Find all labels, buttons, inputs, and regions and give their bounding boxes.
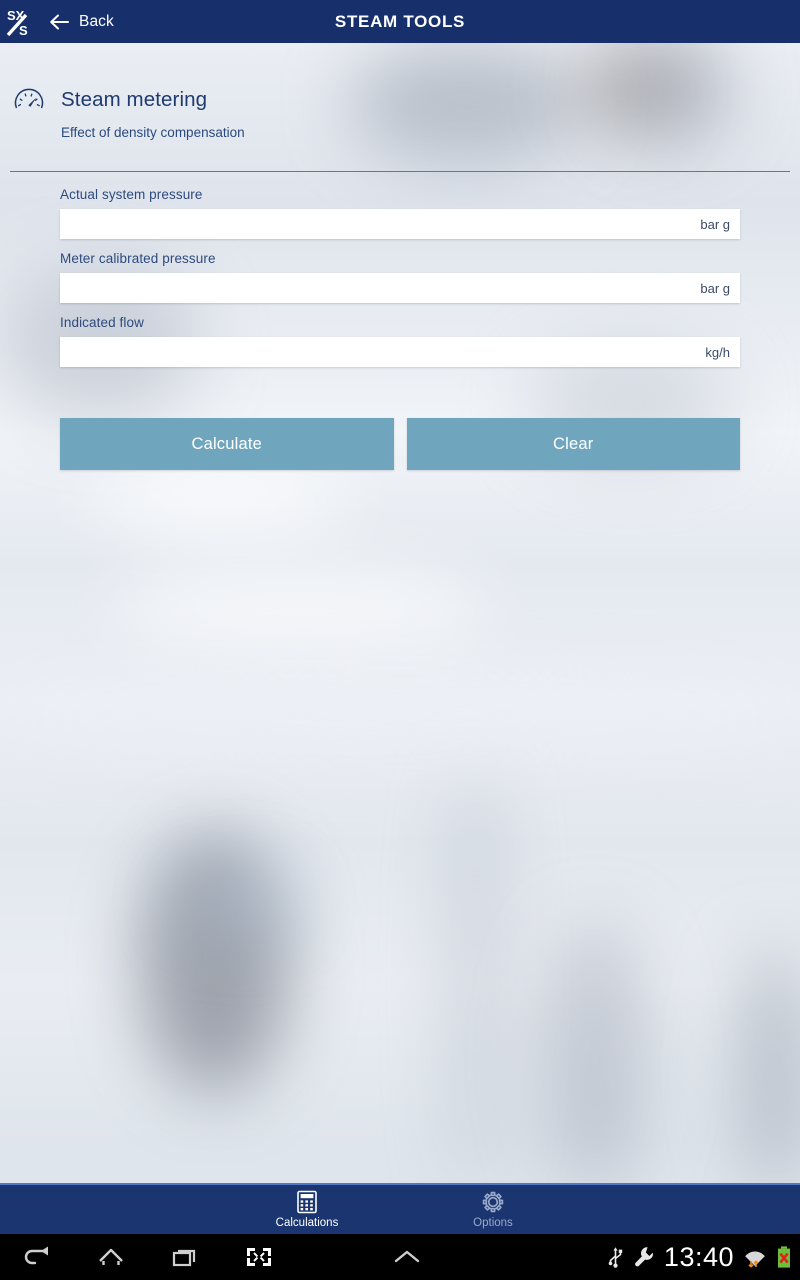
system-clock: 13:40 (663, 1241, 734, 1272)
chevron-up-icon[interactable] (370, 1234, 444, 1280)
field-unit: bar g (700, 280, 730, 296)
heading-subtitle: Effect of density compensation (61, 125, 245, 140)
app-screen: SX S Back STEAM TOOLS Steam metering Eff… (0, 0, 800, 1280)
calculate-button[interactable]: Calculate (60, 418, 394, 470)
tab-options[interactable]: Options (439, 1190, 547, 1229)
section-heading: Steam metering Effect of density compens… (0, 83, 800, 140)
system-status-icons: 13:40 (607, 1234, 792, 1280)
system-nav-buttons (0, 1234, 444, 1280)
calculator-icon (296, 1190, 318, 1214)
field-indicated-flow: Indicated flow kg/h (60, 315, 740, 367)
content-area: Steam metering Effect of density compens… (0, 43, 800, 1183)
arrow-left-icon (48, 11, 70, 33)
heading-divider (10, 171, 790, 172)
heading-title: Steam metering (61, 88, 208, 111)
clear-button[interactable]: Clear (406, 418, 740, 470)
spirax-sarco-logo: SX S (0, 0, 44, 43)
usb-icon (607, 1245, 624, 1269)
field-unit: bar g (700, 216, 730, 232)
indicated-flow-input[interactable] (60, 338, 706, 366)
recents-icon[interactable] (148, 1234, 222, 1280)
field-box[interactable]: bar g (60, 273, 740, 303)
field-box[interactable]: kg/h (60, 337, 740, 367)
field-meter-calibrated-pressure: Meter calibrated pressure bar g (60, 251, 740, 303)
wifi-icon (743, 1245, 767, 1269)
field-label: Actual system pressure (60, 187, 203, 202)
field-unit: kg/h (705, 344, 730, 360)
wrench-icon (633, 1245, 655, 1269)
home-icon[interactable] (74, 1234, 148, 1280)
back-label: Back (79, 12, 114, 30)
field-actual-system-pressure: Actual system pressure bar g (60, 187, 740, 239)
meter-calibrated-pressure-input[interactable] (60, 274, 701, 302)
app-bar: SX S Back STEAM TOOLS (0, 0, 800, 43)
field-box[interactable]: bar g (60, 209, 740, 239)
tab-label: Calculations (275, 1217, 339, 1229)
android-system-bar: 13:40 (0, 1234, 800, 1280)
tab-calculations[interactable]: Calculations (253, 1190, 361, 1229)
bottom-tab-bar: Calculations Options (0, 1183, 800, 1234)
tab-label: Options (473, 1217, 513, 1229)
gear-icon (481, 1190, 505, 1214)
action-buttons: Calculate Clear (60, 418, 740, 470)
field-label: Meter calibrated pressure (60, 251, 216, 266)
gauge-icon (12, 83, 46, 117)
screenshot-icon[interactable] (222, 1234, 296, 1280)
back-icon[interactable] (0, 1234, 74, 1280)
battery-error-icon (776, 1245, 792, 1269)
field-label: Indicated flow (60, 315, 144, 330)
back-button[interactable]: Back (44, 0, 124, 43)
svg-text:S: S (19, 23, 28, 38)
actual-system-pressure-input[interactable] (60, 210, 701, 238)
